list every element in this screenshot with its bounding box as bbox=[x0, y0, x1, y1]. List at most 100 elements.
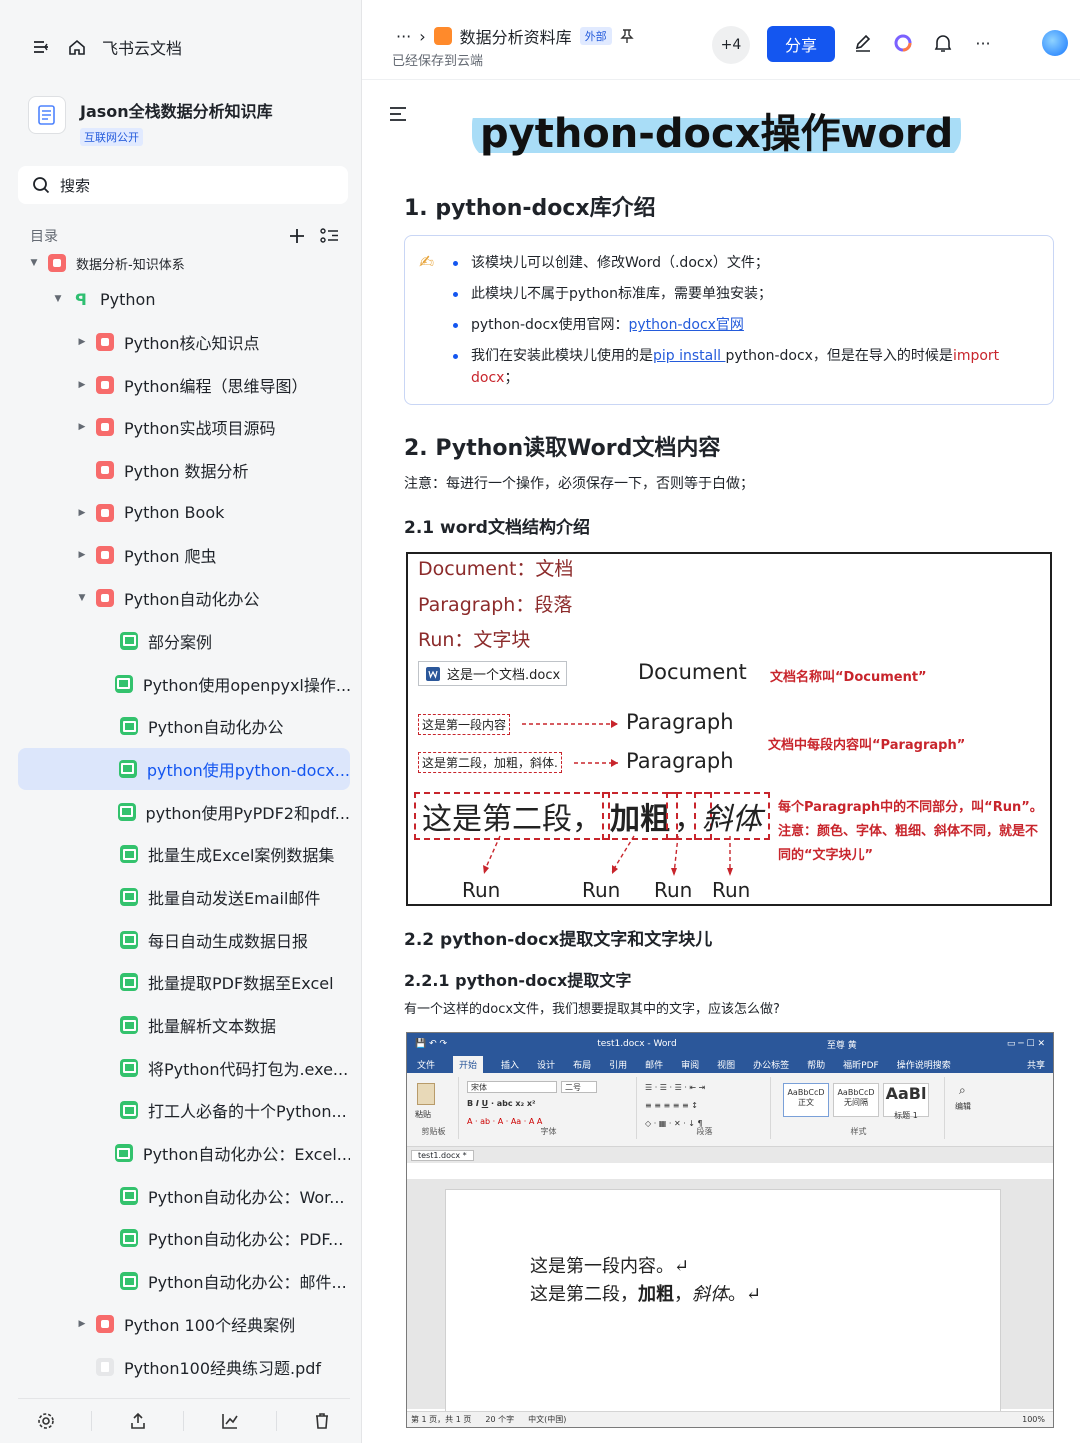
tree-item[interactable]: ▶Python 数据分析 bbox=[18, 449, 350, 492]
style-normal: AaBbCcD 正文 bbox=[783, 1083, 829, 1117]
word-tab: 插入 bbox=[501, 1060, 520, 1071]
user-avatar[interactable] bbox=[1042, 30, 1068, 56]
outline-list-icon[interactable] bbox=[320, 227, 340, 245]
caret-right-icon[interactable]: ▶ bbox=[76, 380, 88, 390]
save-status: 已经保存到云端 bbox=[392, 54, 484, 69]
share-out-icon[interactable] bbox=[128, 1411, 148, 1431]
search-label: 搜索 bbox=[60, 176, 91, 195]
add-icon[interactable] bbox=[288, 227, 306, 245]
tree-item[interactable]: ▶Python100经典练习题.pdf bbox=[18, 1345, 350, 1388]
caret-right-icon[interactable]: ▶ bbox=[76, 508, 88, 518]
run-label-2: Run bbox=[582, 878, 621, 902]
tree-item[interactable]: ▶Python自动化办公 bbox=[18, 705, 350, 748]
tree-item-label: 部分案例 bbox=[148, 632, 213, 652]
tree-item[interactable]: ▶Python自动化办公：PDF... bbox=[18, 1217, 350, 1260]
tree-item-label: Python 数据分析 bbox=[124, 462, 249, 482]
tree-item[interactable]: ▶Python自动化办公：Wor... bbox=[18, 1174, 350, 1217]
outline-menu-icon[interactable] bbox=[388, 106, 408, 122]
font-color-buttons: A · ab · A · Aa · A A bbox=[467, 1117, 543, 1126]
word-group-styles: AaBbCcD 正文 AaBbCcD 无间隔 AaBl 标题 1 样式 bbox=[773, 1077, 945, 1139]
app-name[interactable]: 飞书云文档 bbox=[102, 35, 182, 59]
tree-item[interactable]: ▶部分案例 bbox=[18, 620, 350, 663]
python-docx-link[interactable]: python-docx官网 bbox=[628, 317, 743, 333]
tree-item[interactable]: ▶批量自动发送Email邮件 bbox=[18, 876, 350, 919]
caret-right-icon[interactable]: ▶ bbox=[76, 1319, 88, 1329]
tree-item[interactable]: ▶批量提取PDF数据至Excel bbox=[18, 961, 350, 1004]
tree-item[interactable]: ▶ Python编程（思维导图） bbox=[18, 363, 350, 406]
analytics-icon[interactable] bbox=[220, 1411, 240, 1431]
tree-item-label: Python自动化办公：Wor... bbox=[148, 1187, 345, 1207]
trash-icon[interactable] bbox=[312, 1411, 332, 1431]
home-icon[interactable] bbox=[66, 36, 88, 58]
more-icon[interactable]: ··· bbox=[972, 30, 994, 56]
tree-item[interactable]: ▶ Python核心知识点 bbox=[18, 321, 350, 364]
tree-item[interactable]: ▶批量解析文本数据 bbox=[18, 1004, 350, 1047]
search-input[interactable]: 搜索 bbox=[18, 166, 348, 204]
tree-item[interactable]: ▶Python使用openpyxl操作... bbox=[18, 662, 350, 705]
tree-item[interactable]: ▶将Python代码打包为.exe... bbox=[18, 1046, 350, 1089]
collapse-sidebar-icon[interactable] bbox=[30, 36, 52, 58]
tree-item-label: Python使用openpyxl操作... bbox=[142, 675, 350, 695]
style-no-spacing-preview: AaBbCcD bbox=[837, 1088, 875, 1097]
tree-item[interactable]: ▶python使用PyPDF2和pdf... bbox=[18, 790, 350, 833]
bell-icon[interactable] bbox=[932, 30, 954, 56]
tree-item[interactable]: ▶批量生成Excel案例数据集 bbox=[18, 833, 350, 876]
caret-right-icon[interactable]: ▶ bbox=[76, 422, 88, 432]
knowledge-base-header[interactable]: Jason全栈数据分析知识库 互联网公开 bbox=[28, 96, 273, 146]
caret-down-icon[interactable]: ▼ bbox=[76, 593, 88, 603]
sheet-doc-icon bbox=[120, 1058, 138, 1077]
tree-item-label: python使用PyPDF2和pdf... bbox=[145, 803, 350, 823]
tree-item-label: python使用python-docx... bbox=[146, 760, 350, 780]
breadcrumb-doc-name[interactable]: 数据分析资料库 bbox=[460, 24, 572, 48]
tree-item[interactable]: ▼ 数据分析-知识体系 bbox=[18, 248, 350, 278]
font-name-field: 宋体 bbox=[467, 1081, 557, 1093]
callout-item-4-end: ； bbox=[504, 370, 519, 386]
callout-item-4: 我们在安装此模块儿使用的是pip install python-docx，但是在… bbox=[453, 345, 1043, 389]
tree-item-label: Python 爬虫 bbox=[124, 547, 217, 567]
tree-item[interactable]: ▶ Python 爬虫 bbox=[18, 534, 350, 577]
word-ribbon-tabs: 文件 开始 插入 设计 布局 引用 邮件 审阅 视图 办公标签 帮助 福昕PDF 操作说明搜索 共享 bbox=[407, 1055, 1053, 1073]
callout-item-1: 该模块儿可以创建、修改Word（.docx）文件； bbox=[453, 252, 1043, 274]
tree-item[interactable]: ▶打工人必备的十个Python... bbox=[18, 1089, 350, 1132]
sheet-doc-icon bbox=[118, 759, 137, 778]
doc-folder-icon bbox=[433, 27, 452, 45]
font-format-buttons: B I U · abc x₂ x² bbox=[467, 1099, 536, 1108]
caret-right-icon[interactable]: ▶ bbox=[76, 550, 88, 560]
group-label-font: 字体 bbox=[540, 1127, 557, 1136]
tree-item[interactable]: ▶ Python实战项目源码 bbox=[18, 406, 350, 449]
doc-node-icon bbox=[96, 1314, 114, 1333]
caret-right-icon[interactable]: ▶ bbox=[76, 337, 88, 347]
settings-icon[interactable] bbox=[36, 1411, 56, 1431]
tree-item[interactable]: ▶Python自动化办公：邮件... bbox=[18, 1260, 350, 1303]
pin-icon[interactable] bbox=[619, 28, 634, 44]
tree-item-label: Python自动化办公 bbox=[124, 590, 260, 610]
word-save-icon: 💾 ↶ ↷ bbox=[415, 1039, 448, 1049]
style-no-spacing-name: 无间隔 bbox=[844, 1098, 868, 1107]
tree-item[interactable]: ▼ ꟼ Python bbox=[18, 278, 350, 321]
word-tab: 帮助 bbox=[807, 1060, 826, 1071]
ai-assistant-icon[interactable] bbox=[892, 30, 914, 56]
word-line-2-e: 。↵ bbox=[728, 1284, 762, 1305]
caret-down-icon[interactable]: ▼ bbox=[52, 294, 64, 304]
tree-item[interactable]: ▶Python自动化办公：Excel... bbox=[18, 1132, 350, 1175]
word-line-2-c: ， bbox=[674, 1284, 692, 1305]
caret-down-icon[interactable]: ▼ bbox=[28, 258, 40, 268]
run-label-3: Run bbox=[654, 878, 693, 902]
callout-item-2: 此模块儿不属于python标准库，需要单独安装； bbox=[453, 283, 1043, 305]
tree-item-label: 打工人必备的十个Python... bbox=[148, 1102, 347, 1122]
collaborators-count[interactable]: +4 bbox=[712, 26, 750, 64]
tree-item[interactable]: ▶python使用python-docx... bbox=[18, 747, 350, 791]
callout-item-4-text-b: python-docx，但是在导入的时候是 bbox=[725, 348, 953, 364]
word-tab: 操作说明搜索 bbox=[896, 1060, 951, 1071]
word-doc-tab: test1.docx * bbox=[411, 1149, 474, 1161]
tree-item[interactable]: ▶每日自动生成数据日报 bbox=[18, 918, 350, 961]
sheet-doc-icon bbox=[114, 1144, 133, 1163]
word-page: 这是第一段内容。↵ 这是第二段，加粗，斜体。↵ bbox=[445, 1189, 1001, 1427]
share-button[interactable]: 分享 bbox=[767, 26, 835, 62]
tree-item[interactable]: ▼ Python自动化办公 bbox=[18, 577, 350, 620]
pip-install-link[interactable]: pip install bbox=[653, 348, 725, 364]
tree-item[interactable]: ▶ Python 100个经典案例 bbox=[18, 1303, 350, 1346]
tree-item[interactable]: ▶ Python Book bbox=[18, 491, 350, 534]
breadcrumb-more[interactable]: ··· bbox=[396, 27, 411, 46]
edit-pen-icon[interactable] bbox=[852, 30, 874, 56]
